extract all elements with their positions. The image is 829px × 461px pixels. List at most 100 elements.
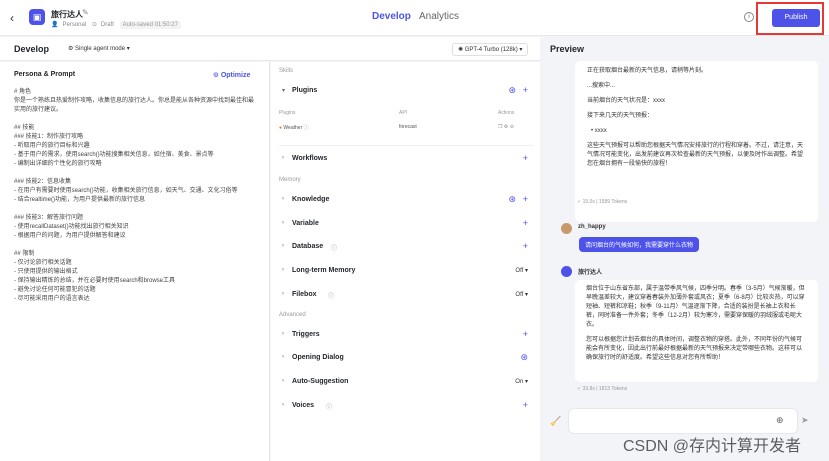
user-name: zh_happy (578, 224, 606, 230)
chevron-right-icon: › (282, 402, 284, 408)
auto-icon[interactable]: ⊛ (508, 85, 516, 96)
bot-message: 正在获取烟台最新的天气信息，请稍等片刻。 ...搜索中... 当前烟台的天气状况… (575, 61, 818, 222)
variable-row[interactable]: › Variable + (279, 218, 534, 233)
long-term-memory-state[interactable]: Off ▾ (515, 267, 528, 274)
app-meta: 👤 Personal ⊙ Draft Auto-saved 01:50:27 (51, 21, 185, 29)
chevron-right-icon: › (282, 155, 284, 161)
model-label: GPT-4 Turbo (128k) (464, 47, 518, 53)
knowledge-row[interactable]: › Knowledge ⊛ + (279, 194, 534, 209)
add-database-icon[interactable]: + (523, 241, 528, 251)
auto-icon[interactable]: ⊛ (508, 194, 516, 205)
voices-row[interactable]: › Voices ⓘ + (279, 400, 534, 415)
auto-suggestion-state[interactable]: On ▾ (515, 378, 528, 385)
app-logo: ▣ (29, 9, 45, 25)
draft-icon: ⊙ (91, 22, 97, 28)
add-attachment-icon[interactable]: ⊕ (776, 415, 784, 426)
optimize-label: Optimize (220, 72, 251, 79)
watermark: CSDN @存内计算开发者 (623, 438, 802, 455)
broom-icon[interactable]: 🧹 (550, 416, 561, 427)
agent-mode-select[interactable]: ⚙ Single agent mode ▾ (68, 45, 130, 52)
database-row[interactable]: › Database ⓘ + (279, 241, 534, 256)
tab-develop[interactable]: Develop (372, 11, 411, 22)
info-icon: ⓘ (326, 405, 333, 411)
workflows-row[interactable]: › Workflows + (279, 153, 534, 168)
plugins-label: Plugins (292, 87, 318, 94)
chevron-right-icon: › (282, 331, 284, 337)
message-text: ...搜索中... (587, 83, 616, 89)
person-icon: 👤 (51, 22, 59, 28)
add-variable-icon[interactable]: + (523, 218, 528, 228)
opening-dialog-label: Opening Dialog (292, 354, 344, 361)
optimize-button[interactable]: ⊙ Optimize (213, 71, 250, 79)
visibility-label: Personal (62, 22, 87, 28)
chevron-right-icon: › (282, 291, 284, 297)
add-knowledge-icon[interactable]: + (523, 194, 528, 204)
weather-icon: ● (279, 125, 283, 131)
long-term-memory-state-text: Off (515, 268, 524, 274)
col-api: API (399, 110, 408, 116)
persona-panel: Persona & Prompt ⊙ Optimize # 角色 你是一个熟练且… (0, 62, 270, 461)
database-label: Database (292, 243, 324, 250)
filebox-state[interactable]: Off ▾ (515, 291, 528, 298)
avatar (561, 223, 572, 234)
bot-name: 旅行达人 (578, 270, 603, 276)
voices-label: Voices (292, 402, 315, 409)
auto-suggestion-state-text: On (515, 379, 524, 385)
long-term-memory-row[interactable]: › Long-term Memory Off ▾ (279, 266, 534, 280)
preview-panel: Preview 正在获取烟台最新的天气信息，请稍等片刻。 ...搜索中... 当… (541, 37, 829, 461)
publish-button[interactable]: Publish (772, 9, 820, 27)
token-stat-text: 15.0s | 1589 Tokens (582, 199, 628, 205)
knowledge-label: Knowledge (292, 196, 330, 203)
chat-input[interactable] (568, 408, 798, 434)
back-chevron-icon[interactable]: ‹ (10, 11, 14, 25)
plugins-row[interactable]: ▾ Plugins ⊛ + (279, 85, 534, 100)
chevron-right-icon: › (282, 196, 284, 202)
add-voice-icon[interactable]: + (523, 400, 528, 410)
user-message: 请问烟台的气候如何，我需要穿什么衣物 (579, 237, 700, 252)
workflows-label: Workflows (292, 155, 328, 162)
section-advanced: Advanced (279, 312, 306, 318)
tab-analytics[interactable]: Analytics (419, 11, 459, 22)
prompt-editor[interactable]: # 角色 你是一个熟练且热爱制作攻略，收集信息的旅行达人。你总是能从各种资源中找… (14, 88, 259, 304)
filebox-state-text: Off (515, 292, 524, 298)
token-stat: ✓ 15.0s | 1589 Tokens (577, 199, 628, 205)
persona-title: Persona & Prompt (14, 71, 76, 78)
send-icon[interactable]: ➤ (801, 415, 809, 426)
autosave-badge: Auto-saved 01:50:27 (119, 21, 181, 29)
status-label: Draft (100, 22, 114, 28)
triggers-label: Triggers (292, 331, 320, 338)
develop-header: Develop ⚙ Single agent mode ▾ ✺ GPT-4 Tu… (0, 37, 540, 61)
opening-dialog-row[interactable]: › Opening Dialog ⊛ (279, 352, 534, 367)
message-text: 正在获取烟台最新的天气信息，请稍等片刻。 (587, 68, 708, 74)
info-icon[interactable]: i (744, 12, 754, 22)
filebox-row[interactable]: › Filebox ⓘ Off ▾ (279, 290, 534, 304)
message-bullet-text: xxxx (594, 128, 607, 134)
message-bullet: • xxxx (591, 128, 607, 134)
message-text: 烟台位于山东省东部，属于温带季风气候，四季分明。春季（3-5月）气候渐暖，但早晚… (586, 286, 805, 328)
triggers-row[interactable]: › Triggers + (279, 329, 534, 344)
preview-title: Preview (550, 44, 585, 54)
add-trigger-icon[interactable]: + (523, 329, 528, 339)
auto-suggestion-label: Auto-Suggestion (292, 378, 349, 385)
info-icon: ⓘ (303, 125, 309, 131)
chevron-right-icon: › (282, 267, 284, 273)
skills-panel: Skills ▾ Plugins ⊛ + Plugins API Actions… (271, 62, 540, 461)
message-text: 这些天气预报可以帮助您根据天气情况安排旅行的行程和穿着。不过，请注意，天气情况可… (587, 143, 804, 167)
variable-label: Variable (292, 220, 319, 227)
message-text: 接下来几天的天气预报： (587, 113, 654, 119)
filebox-label: Filebox (292, 291, 317, 298)
chevron-right-icon: › (282, 220, 284, 226)
edit-icon[interactable]: ✎ (82, 8, 89, 17)
add-workflow-icon[interactable]: + (523, 153, 528, 163)
model-select[interactable]: ✺ GPT-4 Turbo (128k) ▾ (452, 43, 529, 56)
auto-suggestion-row[interactable]: › Auto-Suggestion On ▾ (279, 377, 534, 391)
plugin-actions-icon[interactable]: ❐ ⚙ ⊖ (498, 124, 514, 130)
section-memory: Memory (279, 177, 301, 183)
chevron-down-icon: ▾ (282, 88, 286, 94)
info-icon: ⓘ (328, 294, 335, 300)
plugin-api: forecast (399, 124, 417, 130)
add-plugin-icon[interactable]: + (523, 85, 528, 95)
auto-icon[interactable]: ⊛ (520, 352, 528, 363)
chevron-right-icon: › (282, 354, 284, 360)
top-bar: ‹ ▣ 旅行达人 ✎ 👤 Personal ⊙ Draft Auto-saved 0… (0, 0, 829, 36)
